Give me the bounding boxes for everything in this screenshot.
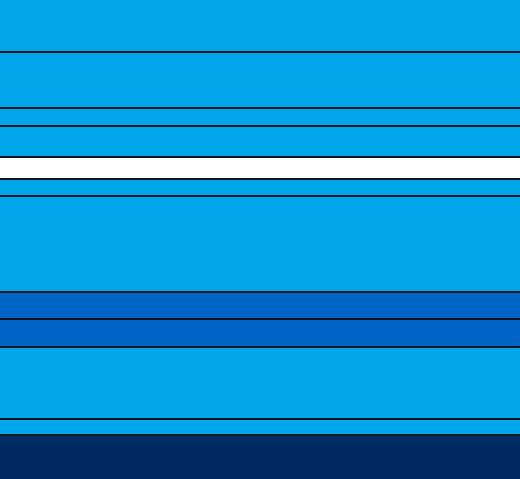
stripe-band-1 [0, 0, 520, 51]
striped-canvas [0, 0, 520, 479]
stripe-band-4 [0, 127, 520, 156]
stripe-band-9 [0, 320, 520, 346]
stripe-band-6 [0, 180, 520, 195]
stripe-band-7 [0, 197, 520, 291]
stripe-band-2 [0, 53, 520, 107]
stripe-band-5 [0, 158, 520, 178]
stripe-band-3 [0, 109, 520, 125]
stripe-band-10 [0, 348, 520, 418]
stripe-band-11 [0, 420, 520, 434]
stripe-band-12 [0, 436, 520, 479]
stripe-band-8 [0, 293, 520, 318]
